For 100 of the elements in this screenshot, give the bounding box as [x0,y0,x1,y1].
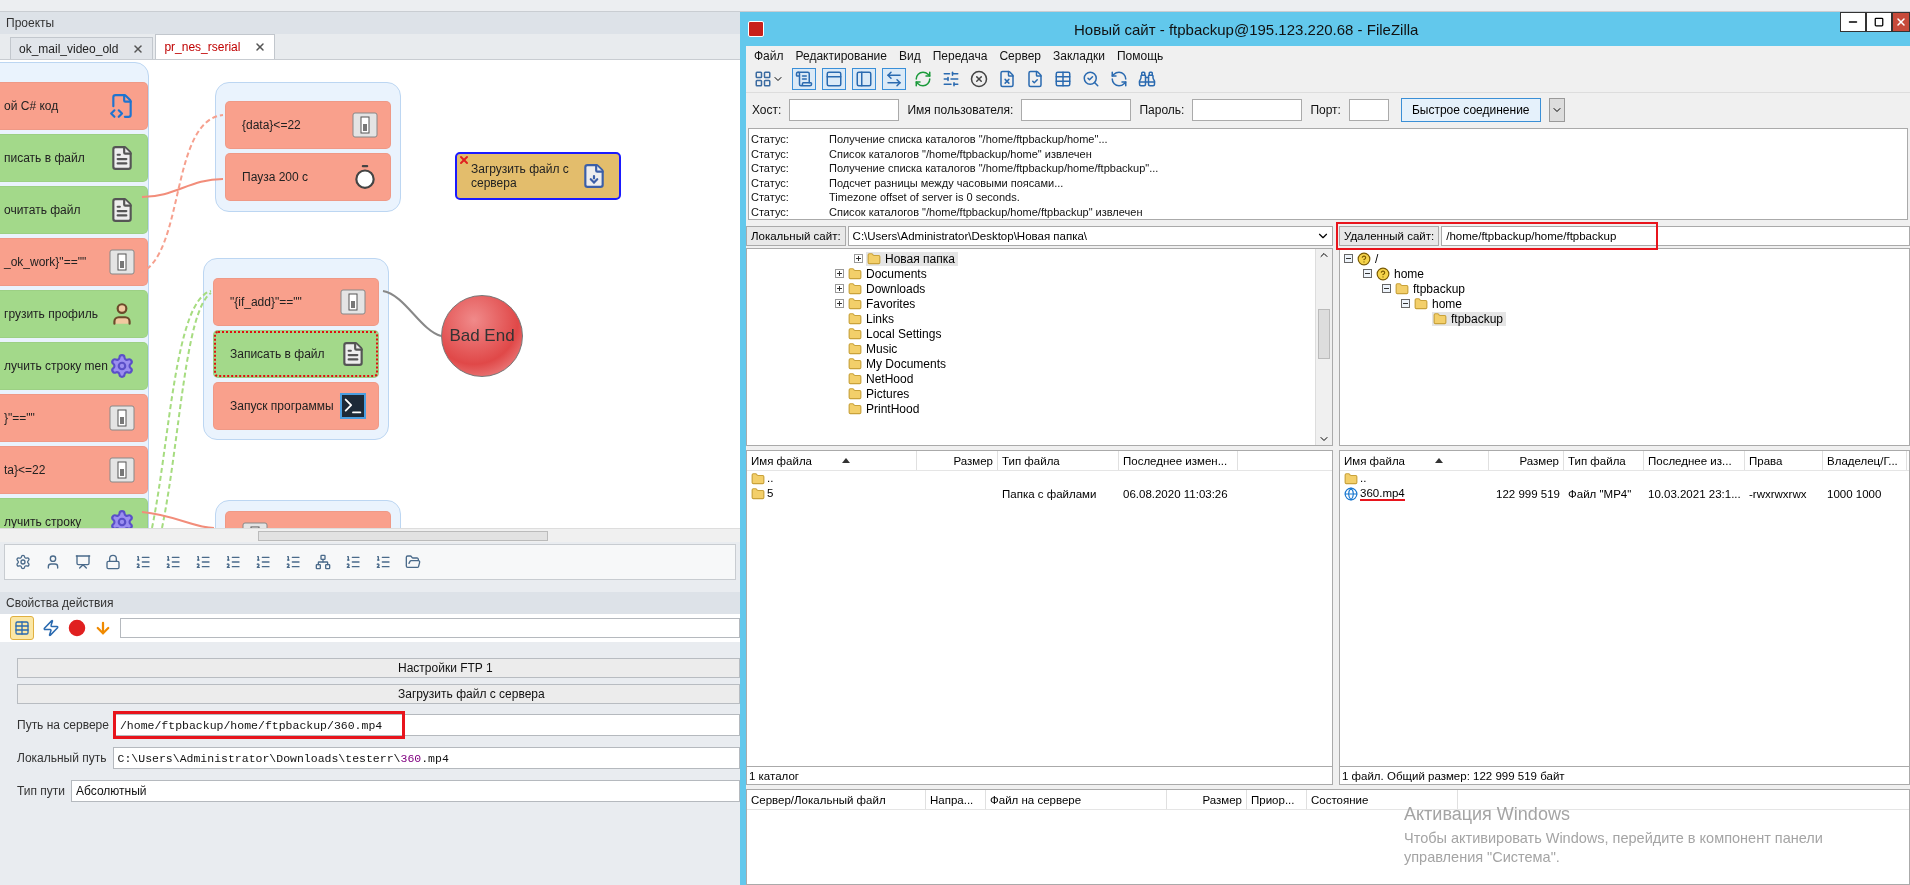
flow-node[interactable]: писать в файл [0,134,148,182]
column-header[interactable]: Тип файла [998,451,1119,470]
folder-globe-icon[interactable] [405,554,421,570]
tree-item[interactable]: ftpbackup [1394,281,1469,296]
tree-item[interactable]: home [1413,296,1466,311]
action-button[interactable]: Загрузить файл с сервера [17,684,740,704]
numbered-list-icon[interactable] [165,554,181,570]
input-field[interactable] [789,98,900,121]
end-node[interactable]: Bad End [441,295,523,377]
menu-item[interactable]: Вид [898,49,921,63]
column-header[interactable]: Имя файла [747,451,917,470]
close-icon[interactable] [132,42,145,55]
path-combo[interactable]: /home/ftpbackup/home/ftpbackup [1441,226,1910,246]
numbered-list-icon[interactable] [375,554,391,570]
tree-item[interactable]: / [1356,251,1382,266]
column-header[interactable]: Сервер/Локальный файл [747,790,926,809]
flow-node[interactable]: ta}<=22 [0,446,148,494]
stop-icon[interactable] [68,619,86,637]
menu-item[interactable]: Помощь [1116,49,1164,63]
tree-item[interactable]: Favorites [847,296,919,311]
menu-item[interactable]: Редактирование [795,49,887,63]
column-header[interactable]: Права [1745,451,1823,470]
quickconnect-button[interactable]: Быстрое соединение [1400,97,1541,122]
numbered-list-icon[interactable] [195,554,211,570]
expand-toggle[interactable] [1382,284,1391,293]
flow-node[interactable]: грузить профиль [0,290,148,338]
column-header[interactable]: Приор... [1247,790,1307,809]
column-header[interactable]: Последнее из... [1644,451,1745,470]
project-tab[interactable]: pr_nes_rserial [155,34,276,59]
input-field[interactable] [1021,98,1132,121]
tree-item[interactable]: Pictures [847,386,913,401]
tree-item[interactable]: My Documents [847,356,950,371]
column-header[interactable]: Тип файла [1564,451,1644,470]
column-header[interactable]: Размер [1489,451,1564,470]
menu-item[interactable]: Файл [754,49,784,63]
maximize-button[interactable] [1866,12,1892,32]
flow-node[interactable]: Запуск программы [213,382,379,430]
tree-item[interactable]: Links [847,311,897,326]
input-field[interactable] [1192,98,1303,121]
board-icon[interactable] [75,554,91,570]
expand-toggle[interactable] [1401,299,1410,308]
flow-node[interactable]: _ok_work}"=="" [0,238,148,286]
file-name[interactable]: .. [1360,471,1367,486]
close-button[interactable] [1892,12,1910,32]
gear-icon[interactable] [15,554,31,570]
column-header[interactable]: Напра... [926,790,986,809]
tree-item[interactable]: Downloads [847,281,929,296]
expand-toggle[interactable] [1363,269,1372,278]
expand-toggle[interactable] [835,299,844,308]
input-field[interactable]: Абсолютный [71,780,740,802]
flow-node[interactable]: Записать в файл [213,330,379,378]
table-icon[interactable] [10,616,34,640]
expand-toggle[interactable] [835,269,844,278]
person-icon[interactable] [45,554,61,570]
input-field[interactable] [120,618,740,638]
expand-toggle[interactable] [835,284,844,293]
expand-toggle[interactable] [1344,254,1353,263]
lock-icon[interactable] [105,554,121,570]
panel-icon[interactable] [852,68,876,90]
cancel-icon[interactable] [968,68,990,90]
dropdown-button[interactable] [1548,97,1565,122]
flow-node[interactable]: лучить строку [0,498,148,528]
flow-node[interactable]: Пауза 200 с [225,153,391,201]
close-icon[interactable] [254,41,267,53]
file-name[interactable]: .. [767,471,774,486]
input-field[interactable]: /home/ftpbackup/home/ftpbackup/360.mp4 [114,714,740,736]
path-combo[interactable]: C:\Users\Administrator\Desktop\Новая папка\ [847,226,1333,246]
column-header[interactable]: Размер [1167,790,1247,809]
scrollbar-thumb[interactable] [258,531,548,541]
column-header[interactable]: Владелец/Г... [1823,451,1907,470]
scrollbar-thumb[interactable] [1318,309,1330,359]
flow-node[interactable]: очитать файл [0,186,148,234]
tree-item[interactable]: Local Settings [847,326,945,341]
column-header[interactable]: Имя файла [1340,451,1489,470]
file-name[interactable]: 5 [767,486,774,501]
numbered-list-icon[interactable] [285,554,301,570]
tree-item[interactable]: Documents [847,266,930,281]
log-icon[interactable] [792,68,816,90]
numbered-list-icon[interactable] [255,554,271,570]
expand-toggle[interactable] [854,254,863,263]
minimize-button[interactable] [1840,12,1866,32]
column-header[interactable]: Размер [917,451,998,470]
tree-item[interactable]: NetHood [847,371,917,386]
flow-node[interactable]: }"=="" [0,394,148,442]
input-field[interactable]: C:\Users\Administrator\Downloads\testerr\360.mp4 [112,747,740,769]
numbered-list-icon[interactable] [225,554,241,570]
tree-item[interactable]: Новая папка [866,251,958,266]
flow-node[interactable]: {data}<=22 [225,101,391,149]
column-header[interactable]: Файл на сервере [986,790,1167,809]
action-button[interactable]: Настройки FTP 1 [17,658,740,678]
project-tab[interactable]: ok_mail_video_old [10,37,154,59]
menu-item[interactable]: Сервер [999,49,1041,63]
flow-node[interactable]: лучить строку men [0,342,148,390]
tree-item[interactable]: ftpbackup [1432,311,1507,326]
input-field[interactable] [1348,98,1389,121]
column-header[interactable]: Последнее измен... [1119,451,1238,470]
flow-node[interactable]: "{if_add}"=="" [213,278,379,326]
file-name[interactable]: 360.mp4 [1360,486,1405,501]
menu-item[interactable]: Закладки [1053,49,1105,63]
network-icon[interactable] [315,554,331,570]
